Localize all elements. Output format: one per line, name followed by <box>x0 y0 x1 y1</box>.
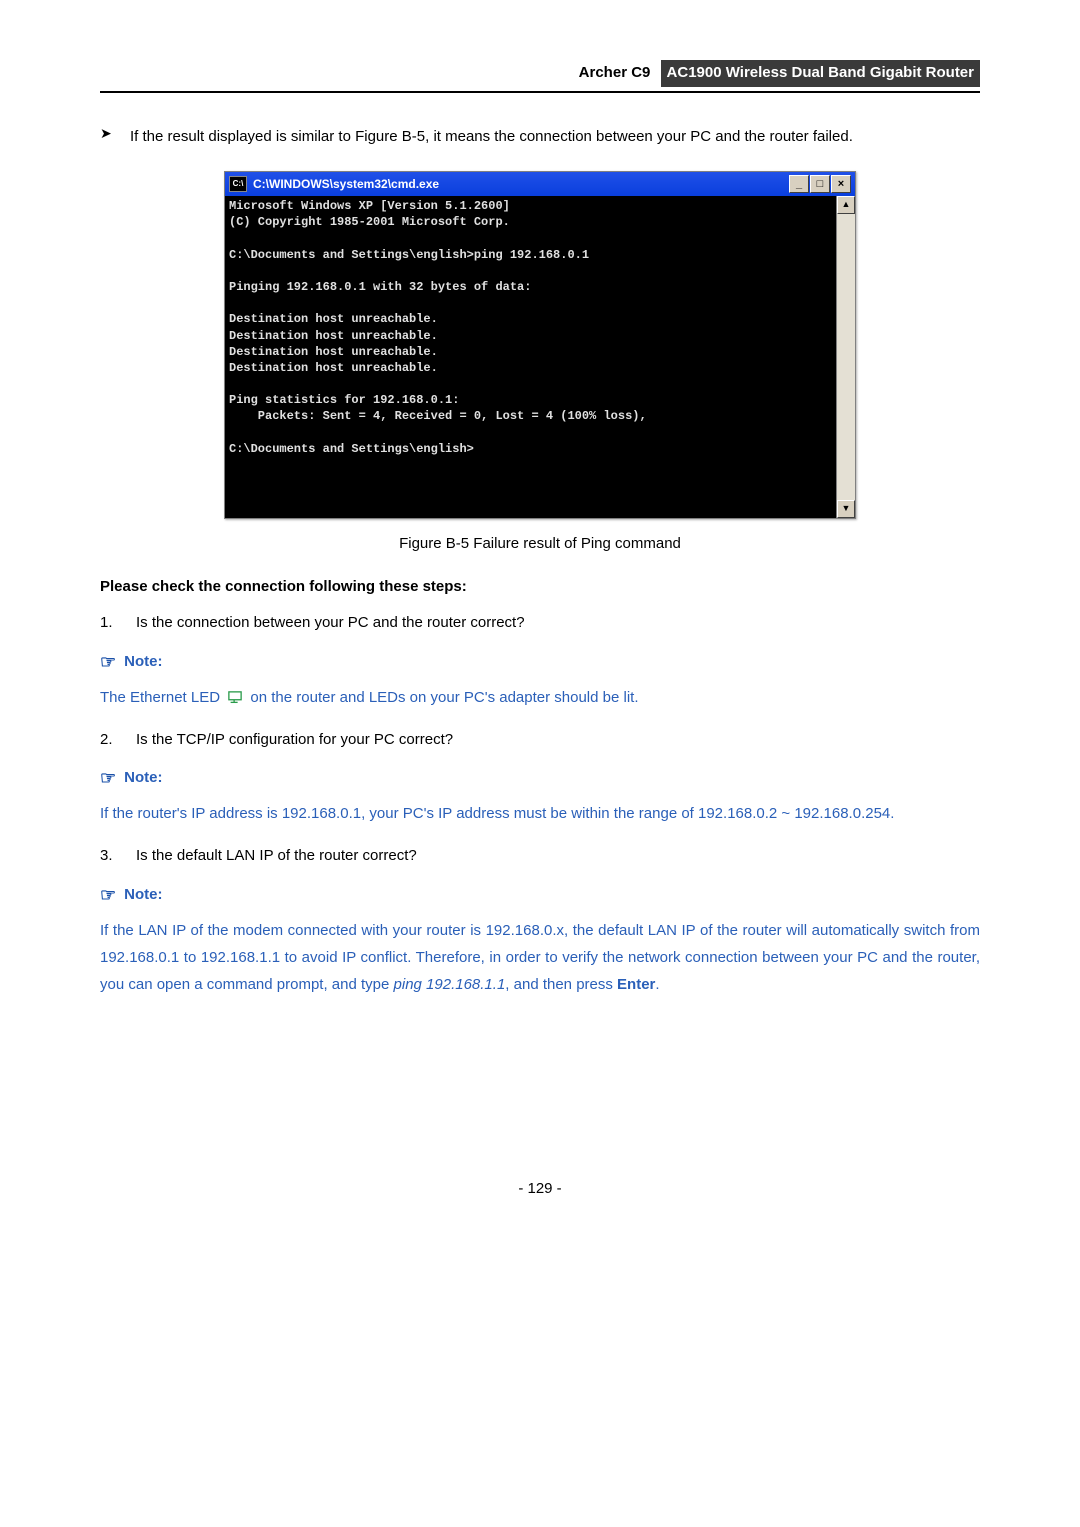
intro-text: If the result displayed is similar to Fi… <box>130 123 980 152</box>
check-heading: Please check the connection following th… <box>100 576 980 599</box>
bullet-arrow-icon: ➤ <box>100 123 130 152</box>
note-3-text-b: , and then press <box>505 976 617 993</box>
step-1: 1. Is the connection between your PC and… <box>100 612 980 635</box>
note-1-text-b: on the router and LEDs on your PC's adap… <box>250 689 638 706</box>
note-1-body: The Ethernet LED on the router and LEDs … <box>100 684 980 711</box>
step-1-number: 1. <box>100 612 136 635</box>
header-model: Archer C9 <box>579 62 657 85</box>
step-2: 2. Is the TCP/IP configuration for your … <box>100 729 980 752</box>
cmd-title: C:\WINDOWS\system32\cmd.exe <box>253 175 439 193</box>
step-3-text: Is the default LAN IP of the router corr… <box>136 845 417 868</box>
scroll-down-button[interactable]: ▼ <box>837 500 855 518</box>
note-3-heading: ☞ Note: <box>100 882 980 909</box>
hand-icon: ☞ <box>100 765 116 792</box>
note-1-text-a: The Ethernet LED <box>100 689 224 706</box>
step-3: 3. Is the default LAN IP of the router c… <box>100 845 980 868</box>
note-3-text-c: . <box>655 976 659 993</box>
scroll-track[interactable] <box>837 214 855 500</box>
hand-icon: ☞ <box>100 649 116 676</box>
note-1-heading: ☞ Note: <box>100 649 980 676</box>
scroll-up-button[interactable]: ▲ <box>837 196 855 214</box>
note-3-body: If the LAN IP of the modem connected wit… <box>100 917 980 998</box>
cmd-icon: C:\ <box>229 176 247 192</box>
page-number: - 129 - <box>100 1178 980 1201</box>
note-3-enter: Enter <box>617 976 655 993</box>
figure-caption: Figure B-5 Failure result of Ping comman… <box>100 533 980 556</box>
cmd-titlebar: C:\ C:\WINDOWS\system32\cmd.exe _ □ × <box>225 172 855 196</box>
note-label: Note: <box>124 767 162 790</box>
step-2-text: Is the TCP/IP configuration for your PC … <box>136 729 453 752</box>
cmd-output: Microsoft Windows XP [Version 5.1.2600] … <box>225 196 836 518</box>
step-3-number: 3. <box>100 845 136 868</box>
note-2-body: If the router's IP address is 192.168.0.… <box>100 800 980 827</box>
header-title: AC1900 Wireless Dual Band Gigabit Router <box>661 60 980 87</box>
step-1-text: Is the connection between your PC and th… <box>136 612 525 635</box>
maximize-button[interactable]: □ <box>810 175 830 193</box>
note-3-ping-cmd: ping 192.168.1.1 <box>394 976 506 993</box>
note-label: Note: <box>124 884 162 907</box>
cmd-window: C:\ C:\WINDOWS\system32\cmd.exe _ □ × Mi… <box>224 171 856 519</box>
ethernet-led-icon <box>226 691 244 705</box>
note-label: Note: <box>124 651 162 674</box>
minimize-button[interactable]: _ <box>789 175 809 193</box>
hand-icon: ☞ <box>100 882 116 909</box>
scrollbar[interactable]: ▲ ▼ <box>836 196 855 518</box>
note-2-heading: ☞ Note: <box>100 765 980 792</box>
close-button[interactable]: × <box>831 175 851 193</box>
step-2-number: 2. <box>100 729 136 752</box>
intro-bullet: ➤ If the result displayed is similar to … <box>100 123 980 152</box>
page-header: Archer C9 AC1900 Wireless Dual Band Giga… <box>100 60 980 93</box>
